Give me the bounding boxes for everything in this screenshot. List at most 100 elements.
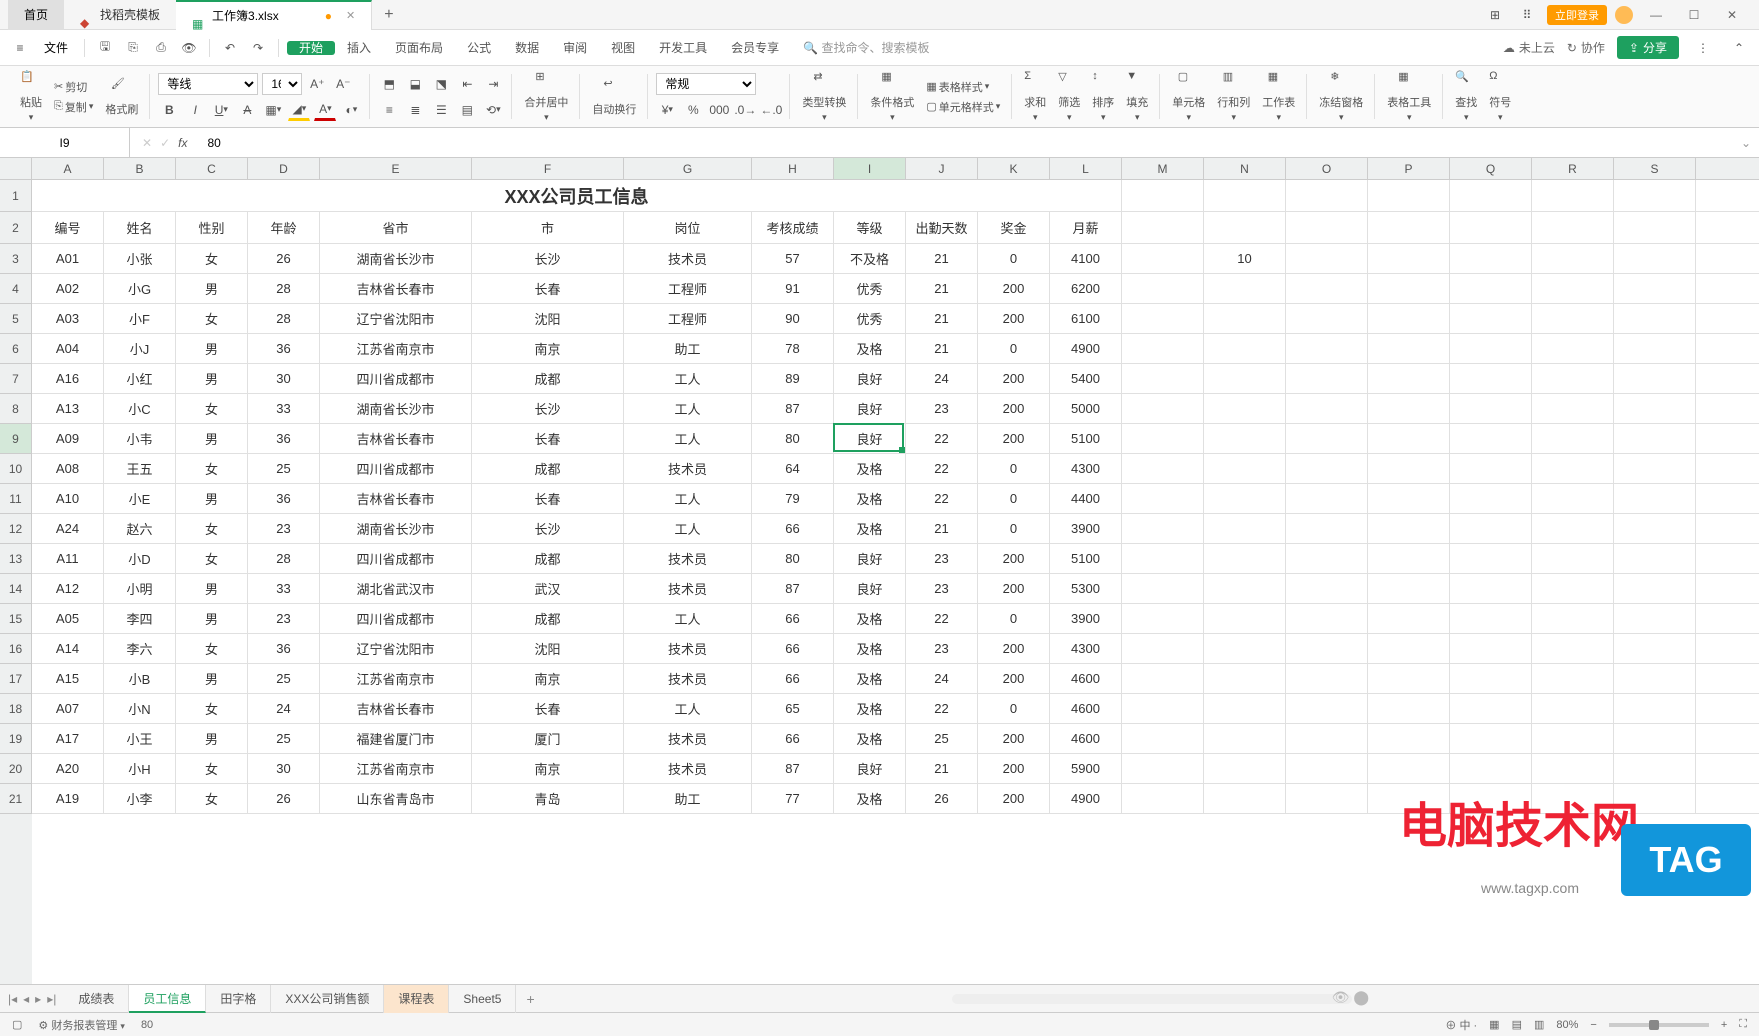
row-header-6[interactable]: 6 (0, 334, 32, 364)
data-cell[interactable] (1614, 694, 1696, 723)
data-cell[interactable]: A03 (32, 304, 104, 333)
data-cell[interactable]: 女 (176, 304, 248, 333)
header-cell[interactable]: 等级 (834, 212, 906, 243)
align-justify-icon[interactable]: ▤ (456, 99, 478, 121)
data-cell[interactable]: 200 (978, 304, 1050, 333)
data-cell[interactable]: 200 (978, 274, 1050, 303)
row-header-17[interactable]: 17 (0, 664, 32, 694)
align-right-icon[interactable]: ☰ (430, 99, 452, 121)
menu-tab-3[interactable]: 公式 (455, 41, 503, 55)
data-cell[interactable]: 小C (104, 394, 176, 423)
data-cell[interactable]: A20 (32, 754, 104, 783)
data-cell[interactable] (1204, 634, 1286, 663)
data-cell[interactable]: 200 (978, 664, 1050, 693)
header-cell[interactable] (1204, 212, 1286, 243)
data-cell[interactable]: 成都 (472, 544, 624, 573)
sheet-tab-2[interactable]: 田字格 (206, 985, 271, 1013)
save-as-icon[interactable]: ⎘ (121, 36, 145, 60)
data-cell[interactable]: 23 (906, 544, 978, 573)
data-cell[interactable]: 5000 (1050, 394, 1122, 423)
data-cell[interactable]: 22 (906, 604, 978, 633)
sheet-tab-1[interactable]: 员工信息 (129, 985, 206, 1013)
data-cell[interactable] (1614, 364, 1696, 393)
data-cell[interactable] (1122, 724, 1204, 753)
data-cell[interactable] (1532, 694, 1614, 723)
data-cell[interactable]: 沈阳 (472, 304, 624, 333)
data-cell[interactable]: 23 (906, 634, 978, 663)
name-box[interactable] (0, 128, 130, 157)
data-cell[interactable]: 辽宁省沈阳市 (320, 304, 472, 333)
data-cell[interactable]: 4100 (1050, 244, 1122, 273)
data-cell[interactable]: 200 (978, 544, 1050, 573)
data-cell[interactable] (1204, 574, 1286, 603)
data-cell[interactable]: 0 (978, 334, 1050, 363)
data-cell[interactable]: 工程师 (624, 304, 752, 333)
data-cell[interactable] (1532, 664, 1614, 693)
data-cell[interactable]: 24 (906, 664, 978, 693)
data-cell[interactable] (1614, 334, 1696, 363)
data-cell[interactable]: 28 (248, 304, 320, 333)
col-header-Q[interactable]: Q (1450, 158, 1532, 179)
data-cell[interactable]: 男 (176, 574, 248, 603)
data-cell[interactable] (1286, 454, 1368, 483)
col-header-S[interactable]: S (1614, 158, 1696, 179)
col-header-N[interactable]: N (1204, 158, 1286, 179)
data-cell[interactable]: 87 (752, 574, 834, 603)
data-cell[interactable]: 男 (176, 274, 248, 303)
data-cell[interactable]: 长沙 (472, 394, 624, 423)
menu-tab-0[interactable]: 开始 (287, 41, 335, 55)
data-cell[interactable]: 21 (906, 334, 978, 363)
data-cell[interactable]: 工人 (624, 364, 752, 393)
data-cell[interactable]: 江苏省南京市 (320, 664, 472, 693)
data-cell[interactable] (1450, 784, 1532, 813)
data-cell[interactable] (1286, 574, 1368, 603)
type-convert-button[interactable]: ⇄类型转换▾ (798, 70, 850, 123)
header-cell[interactable]: 考核成绩 (752, 212, 834, 243)
data-cell[interactable]: 成都 (472, 454, 624, 483)
fx-icon[interactable]: fx (178, 136, 187, 150)
data-cell[interactable] (1286, 484, 1368, 513)
symbol-button[interactable]: Ω符号▾ (1485, 70, 1515, 123)
data-cell[interactable] (1122, 454, 1204, 483)
col-header-O[interactable]: O (1286, 158, 1368, 179)
data-cell[interactable] (1204, 274, 1286, 303)
menu-tab-7[interactable]: 开发工具 (647, 41, 719, 55)
data-cell[interactable]: 长沙 (472, 244, 624, 273)
data-cell[interactable] (1122, 304, 1204, 333)
data-cell[interactable]: 湖南省长沙市 (320, 514, 472, 543)
data-cell[interactable]: 助工 (624, 334, 752, 363)
header-cell[interactable] (1614, 212, 1696, 243)
border-icon[interactable]: ▦▾ (262, 99, 284, 121)
data-cell[interactable] (1204, 364, 1286, 393)
increase-indent-icon[interactable]: ⇥ (482, 73, 504, 95)
data-cell[interactable]: 200 (978, 754, 1050, 783)
data-cell[interactable] (1614, 574, 1696, 603)
data-cell[interactable]: 91 (752, 274, 834, 303)
data-cell[interactable]: 良好 (834, 544, 906, 573)
zoom-value[interactable]: 80% (1556, 1019, 1578, 1031)
data-cell[interactable] (1532, 574, 1614, 603)
data-cell[interactable] (1204, 694, 1286, 723)
tab-workbook[interactable]: ▦ 工作簿3.xlsx ● ✕ (176, 0, 372, 30)
increase-font-icon[interactable]: A⁺ (306, 73, 328, 95)
data-cell[interactable]: 男 (176, 334, 248, 363)
data-cell[interactable] (1532, 334, 1614, 363)
data-cell[interactable]: 64 (752, 454, 834, 483)
data-cell[interactable] (1122, 754, 1204, 783)
data-cell[interactable] (1286, 304, 1368, 333)
data-cell[interactable]: 技术员 (624, 244, 752, 273)
number-format-select[interactable]: 常规 (656, 73, 756, 95)
data-cell[interactable]: 65 (752, 694, 834, 723)
data-cell[interactable]: 89 (752, 364, 834, 393)
data-cell[interactable]: 男 (176, 424, 248, 453)
decrease-indent-icon[interactable]: ⇤ (456, 73, 478, 95)
data-cell[interactable]: 吉林省长春市 (320, 694, 472, 723)
data-cell[interactable]: 优秀 (834, 304, 906, 333)
data-cell[interactable]: 四川省成都市 (320, 364, 472, 393)
data-cell[interactable]: 良好 (834, 754, 906, 783)
data-cell[interactable] (1532, 604, 1614, 633)
col-header-D[interactable]: D (248, 158, 320, 179)
data-cell[interactable]: 80 (752, 424, 834, 453)
data-cell[interactable] (1368, 724, 1450, 753)
data-cell[interactable]: 21 (906, 244, 978, 273)
